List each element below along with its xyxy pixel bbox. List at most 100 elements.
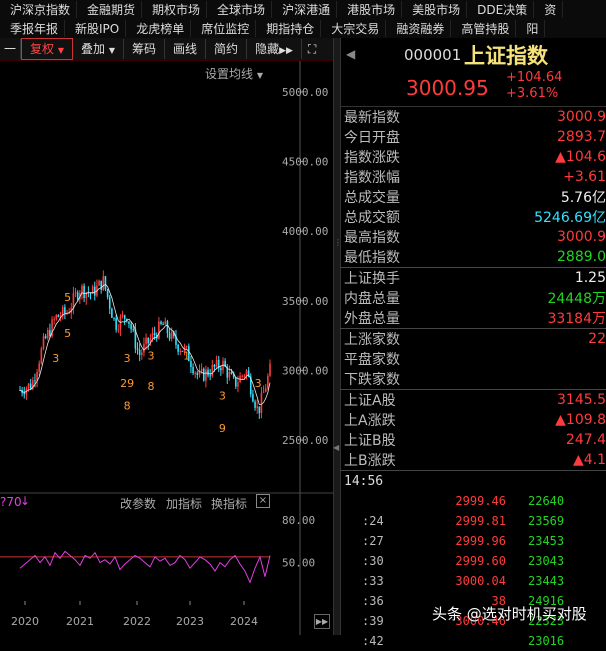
candle-body xyxy=(267,375,269,389)
fuquan-button[interactable]: 复权 ▼ xyxy=(21,38,74,60)
switch-indicator-button[interactable]: 换指标 xyxy=(211,495,247,512)
candle-body xyxy=(164,321,167,325)
scroll-right-icon[interactable]: ▶▶ xyxy=(314,614,330,629)
y-tick-label: 5000.00 xyxy=(282,86,328,99)
quote-row: 平盘家数 xyxy=(340,349,606,369)
tick-time: :24 xyxy=(362,514,384,528)
event-marker: 3 xyxy=(124,352,131,365)
quote-rows: 最新指数 3000.9 今日开盘 2893.7 指数涨跌 ▲104.6 指数涨幅 +3.61 总… xyxy=(340,106,606,470)
candle-body xyxy=(145,337,147,344)
quote-row: 上证A股 3145.5 xyxy=(340,389,606,410)
price-change: +104.64 xyxy=(506,70,563,85)
candle-body xyxy=(128,321,130,324)
candle-body xyxy=(209,375,211,377)
y-tick-label: 2500.00 xyxy=(282,434,328,447)
quote-label: 上证B股 xyxy=(344,433,396,449)
menu-item[interactable]: 龙虎榜单 xyxy=(126,20,192,37)
candle-body xyxy=(205,369,207,381)
menu-item[interactable]: DDE决策 xyxy=(467,1,535,18)
menu-item[interactable]: 金融期货 xyxy=(77,1,143,18)
event-marker: 29 xyxy=(120,377,134,390)
menu-item[interactable]: 全球市场 xyxy=(207,1,273,18)
candle-body xyxy=(260,392,263,414)
candle-body xyxy=(44,336,47,339)
quote-label: 上证A股 xyxy=(344,393,396,409)
diejia-button[interactable]: 叠加 ▼ xyxy=(73,39,125,59)
candle-body xyxy=(153,332,156,336)
menu-item[interactable]: 高管持股 xyxy=(451,20,517,37)
tick-vol: 23443 xyxy=(528,574,565,588)
menu-item[interactable]: 大宗交易 xyxy=(321,20,387,37)
set-ma-label: 设置均线 xyxy=(205,67,254,81)
x-tick-label: 2023 xyxy=(176,615,204,628)
candle-body xyxy=(93,286,96,296)
prev-arrow-icon[interactable]: ◀ xyxy=(346,47,355,61)
event-marker: 8 xyxy=(147,380,154,393)
change-param-button[interactable]: 改参数 xyxy=(120,495,156,512)
quote-label: 上证换手 xyxy=(344,271,400,287)
yincang-button[interactable]: 隐藏▶▶ xyxy=(247,39,302,59)
quote-label: 总成交额 xyxy=(344,210,400,226)
quote-label: 下跌家数 xyxy=(344,372,400,388)
menu-item[interactable]: 沪深京指数 xyxy=(0,1,78,18)
menu-item[interactable]: 港股市场 xyxy=(337,1,403,18)
candle-body xyxy=(117,329,120,331)
menu-item[interactable]: 美股市场 xyxy=(402,1,468,18)
quote-value: 3000.9 xyxy=(557,229,606,245)
huaxian-button[interactable]: 画线 xyxy=(165,39,207,59)
quote-value: 5.76亿 xyxy=(560,190,606,206)
index-code: 000001 xyxy=(404,46,462,64)
tick-row: :24 2999.81 23569 xyxy=(340,511,606,531)
candle-body xyxy=(38,363,41,372)
quote-row: 外盘总量 33184万 xyxy=(340,308,606,328)
collapse-arrow-icon[interactable]: ◀ xyxy=(333,443,339,452)
candle-body xyxy=(113,317,115,319)
quote-value: 3145.5 xyxy=(557,392,606,408)
tick-header-time: 14:56 xyxy=(344,473,384,489)
menu-item[interactable]: 席位监控 xyxy=(191,20,257,37)
chouma-button[interactable]: 筹码 xyxy=(124,39,166,59)
quote-value: 22 xyxy=(588,331,606,347)
menu-item[interactable]: 新股IPO xyxy=(65,20,127,37)
menu-item[interactable]: 季报年报 xyxy=(0,20,66,37)
candle-body xyxy=(151,332,154,339)
event-marker: 3 xyxy=(147,349,154,362)
menu-item[interactable]: 资 xyxy=(534,1,564,18)
quote-row: 上证B股 247.4 xyxy=(340,430,606,450)
diejia-label: 叠加 xyxy=(81,42,106,56)
set-ma-button[interactable]: 设置均线 ▼ xyxy=(205,65,263,82)
menu-item[interactable]: 期权市场 xyxy=(142,1,208,18)
tick-vol: 23453 xyxy=(528,534,565,548)
event-marker: 3 xyxy=(219,390,226,403)
jianyue-button[interactable]: 简约 xyxy=(206,39,248,59)
candle-body xyxy=(40,348,43,364)
candle-body xyxy=(254,401,256,408)
top-menu: 沪深京指数 金融期货 期权市场 全球市场 沪深港通 港股市场 美股市场 DDE决策资 季报年报… xyxy=(0,0,606,38)
candle-body xyxy=(57,314,60,318)
menu-item[interactable]: 阳 xyxy=(516,20,546,37)
candle-body xyxy=(55,314,58,320)
candle-body xyxy=(196,372,199,375)
tick-vol: 22640 xyxy=(528,494,565,508)
add-indicator-button[interactable]: 加指标 xyxy=(166,495,202,512)
candle-body xyxy=(162,323,164,325)
dash-button[interactable]: 一 xyxy=(0,39,22,59)
candle-body xyxy=(241,375,244,377)
candle-body xyxy=(213,364,216,367)
menu-item[interactable]: 沪深港通 xyxy=(272,1,338,18)
fullscreen-icon[interactable]: ⛶ xyxy=(302,39,322,59)
close-icon[interactable]: × xyxy=(256,494,270,508)
chart-area: 5000.00 4500.00 4000.00 3500.00 3000.00 2500.… xyxy=(0,61,333,635)
candle-body xyxy=(89,293,92,295)
quote-value: 24448万 xyxy=(547,291,606,307)
candle-body xyxy=(132,329,135,331)
menu-item[interactable]: 融资融券 xyxy=(386,20,452,37)
candle-body xyxy=(138,349,141,355)
candle-body xyxy=(207,369,209,376)
menu-row-1: 沪深京指数 金融期货 期权市场 全球市场 沪深港通 港股市场 美股市场 DDE决策资 xyxy=(0,0,564,19)
quote-label: 最新指数 xyxy=(344,110,400,126)
candle-body xyxy=(179,350,182,352)
menu-item[interactable]: 期指持仓 xyxy=(256,20,322,37)
y-tick-label: 3500.00 xyxy=(282,295,328,308)
quote-row: 上涨家数 22 xyxy=(340,328,606,349)
